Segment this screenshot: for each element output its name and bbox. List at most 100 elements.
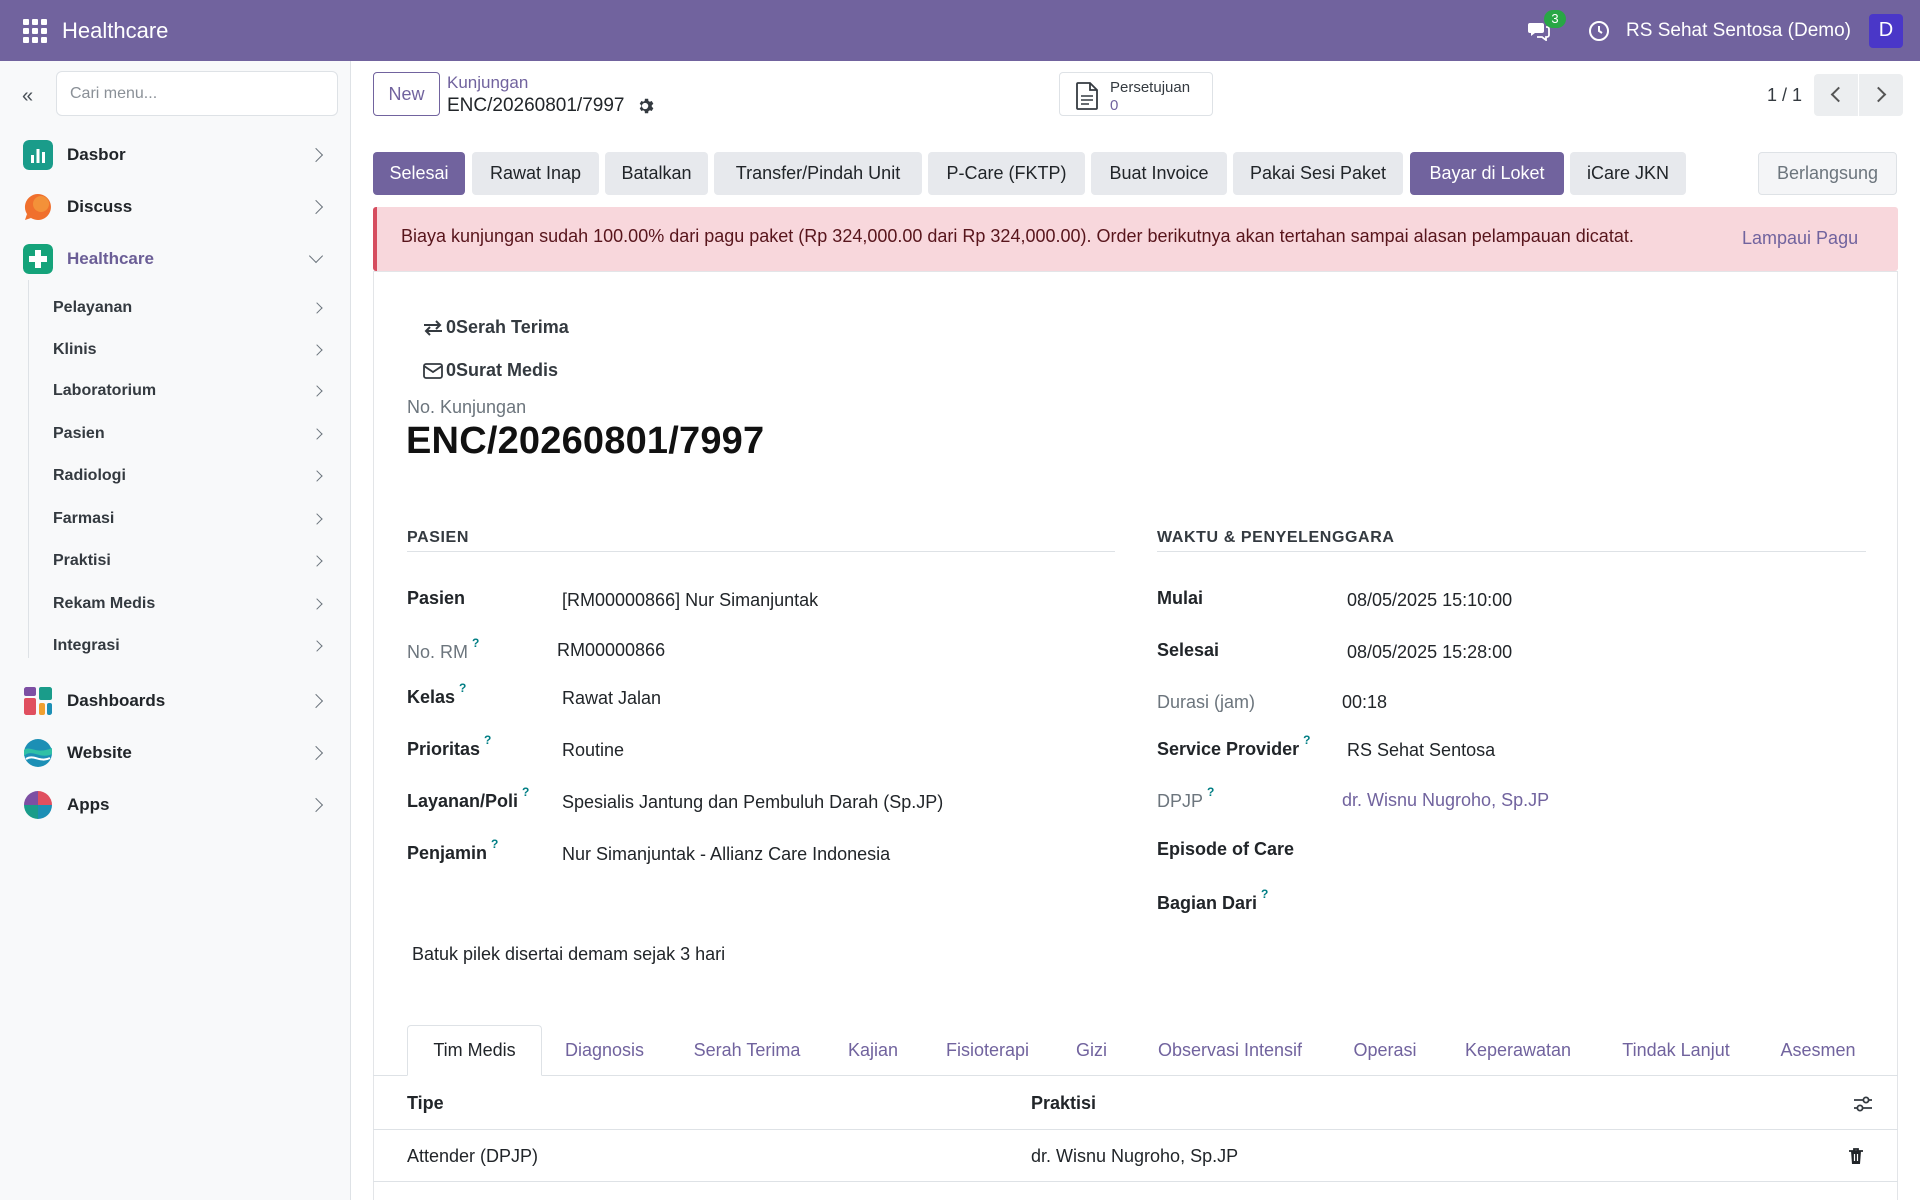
tab-fisioterapi[interactable]: Fisioterapi bbox=[925, 1025, 1050, 1076]
menu-search-input[interactable] bbox=[56, 71, 338, 116]
submenu-item-integrasi[interactable]: Integrasi bbox=[0, 628, 351, 664]
field-value-service-provider[interactable]: RS Sehat Sentosa bbox=[1347, 740, 1495, 761]
tab-operasi[interactable]: Operasi bbox=[1340, 1025, 1430, 1076]
new-record-button[interactable]: New bbox=[373, 72, 440, 116]
approval-smart-button[interactable]: Persetujuan 0 bbox=[1059, 72, 1213, 116]
create-invoice-button[interactable]: Buat Invoice bbox=[1091, 152, 1227, 195]
sidebar-item-dasbor[interactable]: Dasbor bbox=[0, 135, 351, 175]
batalkan-button[interactable]: Batalkan bbox=[605, 152, 708, 195]
table-row-divider bbox=[373, 1181, 1898, 1182]
record-title[interactable]: ENC/20260801/7997 bbox=[406, 420, 764, 463]
column-options-icon[interactable] bbox=[1853, 1095, 1873, 1113]
messaging-button[interactable]: 3 bbox=[1527, 9, 1567, 43]
field-value-dpjp[interactable]: dr. Wisnu Nugroho, Sp.JP bbox=[1342, 790, 1549, 811]
field-label-bagian-dari: Bagian Dari? bbox=[1157, 887, 1269, 913]
field-value-layanan[interactable]: Spesialis Jantung dan Pembuluh Darah (Sp… bbox=[562, 792, 943, 813]
submenu-label: Laboratorium bbox=[53, 382, 157, 399]
cell-praktisi[interactable]: dr. Wisnu Nugroho, Sp.JP bbox=[1031, 1146, 1238, 1167]
cell-tipe[interactable]: Attender (DPJP) bbox=[407, 1146, 538, 1167]
tab-kajian[interactable]: Kajian bbox=[833, 1025, 913, 1076]
field-label-prioritas: Prioritas? bbox=[407, 733, 492, 759]
tab-serah-terima[interactable]: Serah Terima bbox=[672, 1025, 822, 1076]
help-tooltip-icon: ? bbox=[484, 733, 492, 747]
field-label-service-provider: Service Provider? bbox=[1157, 733, 1311, 759]
field-label-mulai: Mulai bbox=[1157, 588, 1204, 608]
website-icon bbox=[24, 739, 52, 767]
envelope-icon bbox=[423, 362, 443, 379]
chevron-right-icon bbox=[311, 302, 323, 314]
use-package-session-button[interactable]: Pakai Sesi Paket bbox=[1233, 152, 1403, 195]
column-header-praktisi[interactable]: Praktisi bbox=[1031, 1093, 1096, 1114]
sidebar-item-label: Discuss bbox=[67, 197, 133, 216]
field-value-bagian-dari[interactable] bbox=[1347, 891, 1847, 915]
exceed-limit-link[interactable]: Lampaui Pagu bbox=[1742, 228, 1858, 249]
group-divider bbox=[1157, 551, 1866, 552]
icare-jkn-button[interactable]: iCare JKN bbox=[1570, 152, 1686, 195]
trash-icon[interactable] bbox=[1848, 1147, 1864, 1165]
sidebar-item-website[interactable]: Website bbox=[0, 733, 351, 773]
medical-letters-smart-button[interactable]: 0 Surat Medis bbox=[423, 360, 558, 381]
help-tooltip-icon: ? bbox=[1303, 733, 1311, 747]
field-value-kelas[interactable]: Rawat Jalan bbox=[562, 688, 661, 709]
field-value-prioritas[interactable]: Routine bbox=[562, 740, 624, 761]
submenu-item-praktisi[interactable]: Praktisi bbox=[0, 543, 351, 579]
field-value-episode-of-care[interactable] bbox=[1347, 839, 1847, 863]
sidebar-item-apps[interactable]: Apps bbox=[0, 785, 351, 825]
pager-value[interactable]: 1 / 1 bbox=[1767, 85, 1802, 106]
pager-next-button[interactable] bbox=[1859, 74, 1903, 116]
submenu-item-pasien[interactable]: Pasien bbox=[0, 416, 351, 452]
rawat-inap-button[interactable]: Rawat Inap bbox=[472, 152, 599, 195]
gear-icon[interactable] bbox=[637, 97, 655, 115]
letters-label: Surat Medis bbox=[456, 360, 559, 380]
selesai-button[interactable]: Selesai bbox=[373, 152, 465, 195]
submenu-item-pelayanan[interactable]: Pelayanan bbox=[0, 290, 351, 326]
complaint-note[interactable]: Batuk pilek disertai demam sejak 3 hari bbox=[412, 944, 725, 965]
app-grid-icon[interactable] bbox=[23, 18, 47, 43]
chevron-right-icon bbox=[311, 598, 323, 610]
submenu-item-klinis[interactable]: Klinis bbox=[0, 332, 351, 368]
submenu-label: Rekam Medis bbox=[53, 595, 156, 612]
approval-label: Persetujuan bbox=[1110, 79, 1191, 96]
apps-icon bbox=[24, 791, 52, 819]
tab-gizi[interactable]: Gizi bbox=[1063, 1025, 1120, 1076]
company-switcher[interactable]: RS Sehat Sentosa (Demo) bbox=[1626, 20, 1851, 42]
group-title-time: WAKTU & PENYELENGGARA bbox=[1157, 529, 1395, 546]
handover-smart-button[interactable]: 0 Serah Terima bbox=[423, 317, 569, 338]
breadcrumb-parent-link[interactable]: Kunjungan bbox=[447, 73, 528, 93]
field-value-penjamin[interactable]: Nur Simanjuntak - Allianz Care Indonesia bbox=[562, 844, 890, 865]
tab-tim-medis[interactable]: Tim Medis bbox=[407, 1025, 542, 1076]
submenu-item-laboratorium[interactable]: Laboratorium bbox=[0, 373, 351, 409]
pager-previous-button[interactable] bbox=[1814, 74, 1858, 116]
app-brand[interactable]: Healthcare bbox=[62, 18, 168, 44]
tab-tindak-lanjut[interactable]: Tindak Lanjut bbox=[1606, 1025, 1746, 1076]
pay-at-counter-button[interactable]: Bayar di Loket bbox=[1410, 152, 1564, 195]
group-title-patient: PASIEN bbox=[407, 529, 469, 546]
tab-observasi-intensif[interactable]: Observasi Intensif bbox=[1140, 1025, 1320, 1076]
submenu-item-rekam-medis[interactable]: Rekam Medis bbox=[0, 586, 351, 622]
submenu-item-farmasi[interactable]: Farmasi bbox=[0, 501, 351, 537]
chevron-right-icon bbox=[308, 745, 324, 761]
submenu-item-radiologi[interactable]: Radiologi bbox=[0, 458, 351, 494]
column-header-tipe[interactable]: Tipe bbox=[407, 1093, 444, 1114]
help-tooltip-icon: ? bbox=[1207, 785, 1215, 799]
field-value-pasien[interactable]: [RM00000866] Nur Simanjuntak bbox=[562, 590, 818, 611]
field-value-mulai[interactable]: 08/05/2025 15:10:00 bbox=[1347, 590, 1512, 611]
transfer-unit-button[interactable]: Transfer/Pindah Unit bbox=[714, 152, 922, 195]
pcare-button[interactable]: P-Care (FKTP) bbox=[928, 152, 1085, 195]
sidebar-item-discuss[interactable]: Discuss bbox=[0, 187, 351, 227]
help-tooltip-icon: ? bbox=[522, 785, 530, 799]
sidebar-item-healthcare[interactable]: Healthcare bbox=[0, 239, 351, 279]
collapse-sidebar-icon[interactable]: « bbox=[22, 85, 33, 108]
sidebar-item-label: Apps bbox=[67, 795, 110, 814]
user-avatar[interactable]: D bbox=[1869, 13, 1903, 48]
field-value-selesai[interactable]: 08/05/2025 15:28:00 bbox=[1347, 642, 1512, 663]
chevron-right-icon bbox=[311, 344, 323, 356]
sidebar-item-dashboards[interactable]: Dashboards bbox=[0, 681, 351, 721]
tab-diagnosis[interactable]: Diagnosis bbox=[548, 1025, 661, 1076]
handover-count: 0 bbox=[446, 317, 457, 337]
activity-clock-icon[interactable] bbox=[1587, 19, 1611, 43]
top-navbar: Healthcare 3 RS Sehat Sentosa (Demo) D bbox=[0, 0, 1920, 61]
tab-asesmen[interactable]: Asesmen bbox=[1768, 1025, 1868, 1076]
sidebar-item-label: Healthcare bbox=[67, 249, 154, 268]
tab-keperawatan[interactable]: Keperawatan bbox=[1453, 1025, 1583, 1076]
